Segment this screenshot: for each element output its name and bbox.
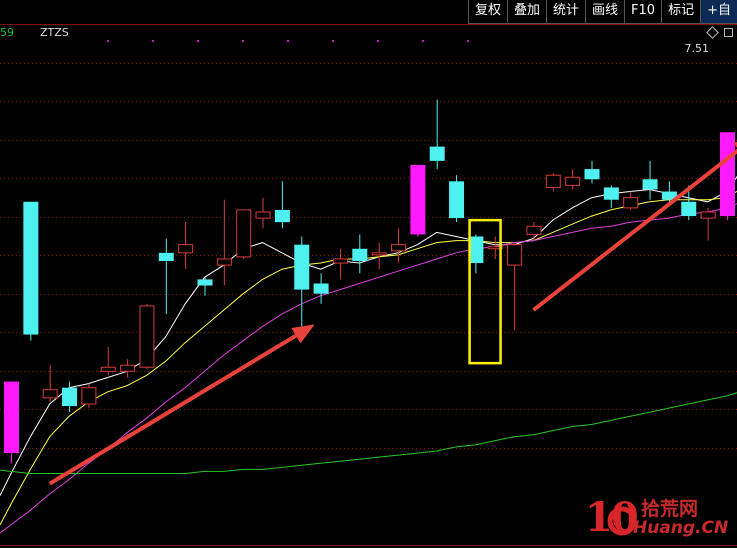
candle-body-down [584,169,600,180]
candle-body-down [158,252,174,262]
marker-dot [422,40,424,42]
restore-rights-button[interactable]: 复权 [467,0,507,24]
candle-body-limit [410,164,426,235]
candle-body-up [565,176,581,186]
marker-dot [242,40,244,42]
candle-body-up [507,244,523,266]
candle-body-up [700,211,716,219]
overlay-button[interactable]: 叠加 [507,0,547,24]
candle-body-down [429,146,445,161]
toolbar: 复权 叠加 统计 画线 F10 标记 +自 [467,0,737,24]
candle-body-up [120,364,136,372]
marker-dot [287,40,289,42]
candle-body-down [603,187,619,200]
candle-body-up [216,258,232,266]
candle-body-limit [719,132,735,217]
window-toggle-icon[interactable] [724,28,733,37]
candle-body-up [139,305,155,368]
candle-body-up [332,258,348,264]
marker-dot [152,40,154,42]
logo-number: 10 [585,494,639,541]
candle-body-up [371,252,387,256]
candle-body-up [178,244,194,254]
trend-arrow-line [532,148,737,312]
candle-body-down [642,179,658,190]
logo-en-text: Huang.CN [633,518,729,538]
ma60-line [0,392,737,474]
marker-dot [107,40,109,42]
trend-arrow-head [291,324,315,344]
kline-chart [0,24,737,546]
candle-body-down [449,181,465,219]
candle-body-up [526,225,542,235]
draw-line-button[interactable]: 画线 [585,0,625,24]
candle-body-up [623,197,639,209]
candle-body-up [255,211,271,219]
candle-body-down [294,244,310,290]
candle-body-up [100,366,116,372]
candle-body-down [274,209,290,223]
trend-arrow-line [48,333,297,486]
candle-body-up [236,209,252,258]
candle-body-down [197,279,213,286]
logo-cn-text: 拾荒网 [641,498,699,520]
mark-button[interactable]: 标记 [661,0,701,24]
marker-dot [197,40,199,42]
indicator-name: ZTZS [40,26,69,39]
statistics-button[interactable]: 统计 [546,0,586,24]
candle-body-down [313,283,329,294]
marker-dot [377,40,379,42]
f10-button[interactable]: F10 [624,0,662,24]
candle-body-up [545,174,561,188]
candle-body-up [391,244,406,252]
candle-body-down [23,201,39,335]
ma20-line [0,203,737,534]
add-custom-button[interactable]: +自 [700,0,737,24]
marker-dot [467,40,469,42]
candle-body-limit [4,381,19,454]
candle-body-down [352,248,368,262]
marker-dot [332,40,334,42]
price-label: 7.51 [684,42,710,55]
stock-code: 59 [0,26,14,39]
candle-body-up [81,387,97,405]
candle-body-down [681,201,697,217]
candle-body-down [62,387,78,407]
watermark-logo: 10 拾荒网 Huang.CN [585,494,733,542]
candle-body-up [42,389,58,399]
